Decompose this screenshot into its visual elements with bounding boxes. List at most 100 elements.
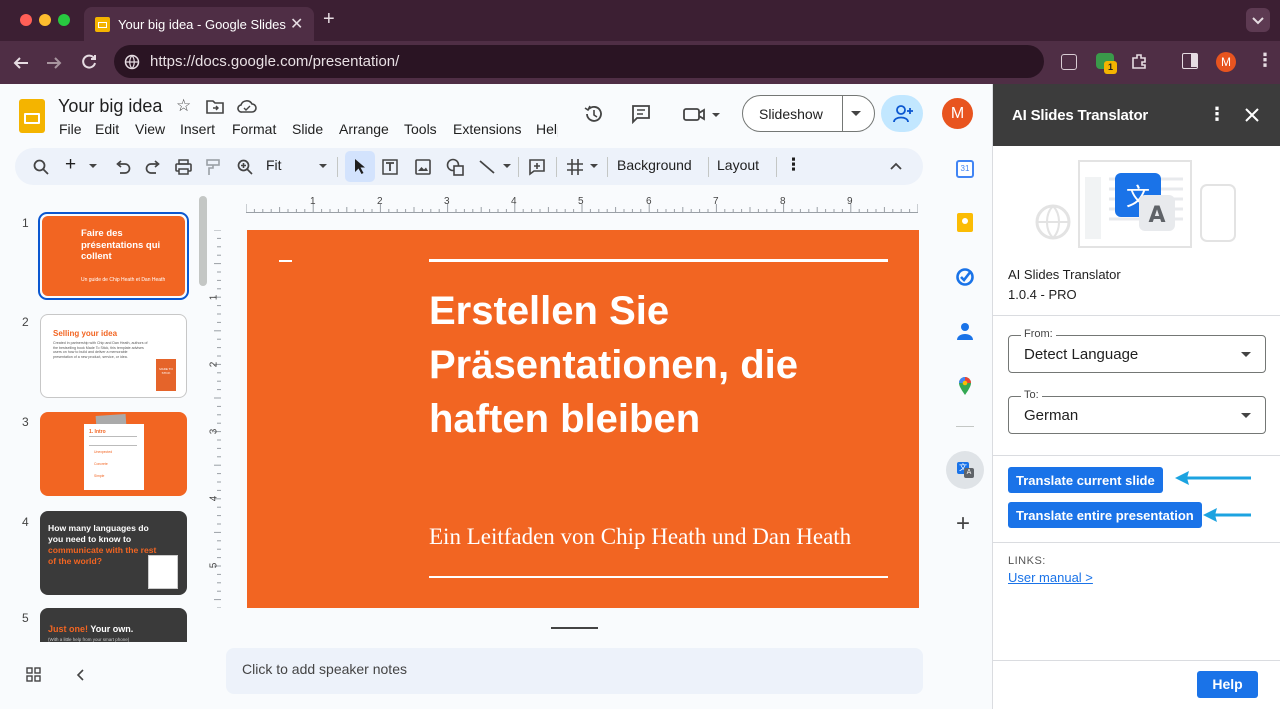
ruler-label: 6 bbox=[646, 196, 652, 207]
notes-resize-handle[interactable] bbox=[551, 627, 598, 629]
screenshot-extension-icon[interactable] bbox=[1061, 54, 1077, 70]
paint-format-icon[interactable] bbox=[206, 159, 221, 176]
keep-icon[interactable] bbox=[951, 209, 979, 237]
slide-thumbnail-2[interactable]: Selling your idea Created in partnership… bbox=[40, 314, 187, 398]
thumb-title: Just one! Your own. bbox=[48, 624, 134, 634]
address-bar[interactable]: https://docs.google.com/presentation/ bbox=[114, 45, 1044, 78]
slideshow-button[interactable]: Slideshow bbox=[742, 95, 875, 132]
menu-file[interactable]: File bbox=[59, 121, 82, 137]
line-icon[interactable] bbox=[478, 159, 496, 175]
text-box-icon[interactable] bbox=[381, 158, 399, 176]
grid-layout-icon[interactable] bbox=[566, 158, 584, 176]
slide-thumbnail-3[interactable]: 1. Intro Unexpected Concrete Simple bbox=[40, 412, 187, 496]
translate-current-slide-button[interactable]: Translate current slide bbox=[1008, 467, 1163, 493]
get-addons-plus-icon[interactable]: + bbox=[956, 510, 970, 538]
ai-translator-addon-icon[interactable]: 文 A bbox=[946, 451, 984, 489]
menu-arrange[interactable]: Arrange bbox=[339, 121, 389, 137]
zoom-icon[interactable] bbox=[237, 159, 253, 175]
close-window-button[interactable] bbox=[20, 14, 32, 26]
to-caption: To: bbox=[1021, 389, 1042, 401]
contacts-icon[interactable] bbox=[951, 318, 979, 346]
user-manual-link[interactable]: User manual > bbox=[1008, 570, 1093, 585]
document-title[interactable]: Your big idea bbox=[58, 96, 162, 117]
side-panel-icon[interactable] bbox=[1182, 53, 1198, 69]
more-options-icon[interactable]: ⋮ bbox=[785, 155, 802, 175]
menu-insert[interactable]: Insert bbox=[180, 121, 215, 137]
share-button[interactable] bbox=[881, 95, 923, 132]
ruler-label: 4 bbox=[208, 495, 220, 502]
speaker-notes[interactable]: Click to add speaker notes bbox=[226, 648, 923, 694]
shape-icon[interactable] bbox=[446, 158, 464, 176]
star-icon[interactable]: ☆ bbox=[176, 96, 191, 116]
account-avatar[interactable]: M bbox=[942, 98, 973, 129]
select-tool-button[interactable] bbox=[345, 151, 375, 182]
browser-tab[interactable]: Your big idea - Google Slides ✕ bbox=[84, 7, 314, 41]
addon-header: AI Slides Translator ⋮ bbox=[993, 84, 1280, 146]
maximize-window-button[interactable] bbox=[58, 14, 70, 26]
tab-search-button[interactable] bbox=[1246, 8, 1270, 32]
version-history-icon[interactable] bbox=[583, 104, 603, 124]
from-language-select[interactable]: From: Detect Language bbox=[1008, 328, 1266, 373]
menu-slide[interactable]: Slide bbox=[292, 121, 323, 137]
thumb-title: Selling your idea bbox=[53, 329, 118, 338]
maps-icon[interactable] bbox=[951, 371, 979, 399]
search-menus-icon[interactable] bbox=[33, 159, 49, 175]
new-tab-icon[interactable]: + bbox=[323, 8, 335, 31]
collapse-filmstrip-icon[interactable] bbox=[76, 669, 84, 681]
back-arrow-icon[interactable] bbox=[12, 54, 30, 72]
insert-comment-icon[interactable] bbox=[528, 158, 546, 176]
undo-icon[interactable] bbox=[115, 160, 131, 174]
slide-subtitle[interactable]: Ein Leitfaden von Chip Heath und Dan Hea… bbox=[429, 524, 899, 550]
zoom-select[interactable]: Fit bbox=[266, 157, 282, 173]
ruler-label: 9 bbox=[847, 196, 853, 207]
extensions-puzzle-icon[interactable] bbox=[1130, 52, 1148, 70]
line-dropdown-icon[interactable] bbox=[503, 164, 511, 169]
slide-thumbnail-1[interactable]: Faire des présentations qui collent Un g… bbox=[42, 216, 185, 296]
slideshow-dropdown-icon[interactable] bbox=[851, 111, 861, 117]
print-icon[interactable] bbox=[175, 159, 192, 175]
insert-image-icon[interactable] bbox=[415, 159, 431, 175]
zoom-dropdown-icon[interactable] bbox=[319, 164, 327, 169]
browser-menu-icon[interactable]: ⋮ bbox=[1256, 50, 1274, 71]
filmstrip-scrollbar[interactable] bbox=[199, 196, 207, 286]
tasks-icon[interactable] bbox=[951, 263, 979, 291]
minimize-window-button[interactable] bbox=[39, 14, 51, 26]
profile-avatar[interactable]: M bbox=[1216, 52, 1236, 72]
cloud-saved-icon[interactable] bbox=[237, 98, 257, 114]
close-tab-icon[interactable]: ✕ bbox=[290, 14, 303, 34]
forward-arrow-icon[interactable] bbox=[45, 54, 63, 72]
menu-extensions[interactable]: Extensions bbox=[453, 121, 521, 137]
divider bbox=[993, 660, 1280, 661]
grid-dropdown-icon[interactable] bbox=[590, 164, 598, 169]
menu-format[interactable]: Format bbox=[232, 121, 276, 137]
thumb-title: 1. Intro bbox=[89, 429, 106, 435]
slide-thumbnail-4[interactable]: How many languages do you need to know t… bbox=[40, 511, 187, 595]
redo-icon[interactable] bbox=[145, 160, 161, 174]
help-button[interactable]: Help bbox=[1197, 671, 1258, 698]
calendar-icon[interactable]: 31 bbox=[951, 156, 979, 184]
addon-menu-icon[interactable]: ⋮ bbox=[1208, 104, 1226, 125]
slide-title[interactable]: Erstellen Sie Präsentationen, die haften… bbox=[429, 284, 889, 446]
menu-edit[interactable]: Edit bbox=[95, 121, 119, 137]
slide-thumbnail-5[interactable]: Just one! Your own. (With a little help … bbox=[40, 608, 187, 642]
close-icon[interactable] bbox=[1245, 108, 1259, 122]
site-info-icon[interactable] bbox=[124, 54, 140, 70]
menu-tools[interactable]: Tools bbox=[404, 121, 437, 137]
layout-button[interactable]: Layout bbox=[717, 157, 759, 173]
new-slide-icon[interactable]: + bbox=[65, 154, 76, 176]
from-value: Detect Language bbox=[1024, 346, 1139, 363]
grid-view-icon[interactable] bbox=[26, 667, 41, 682]
slide-canvas[interactable]: Erstellen Sie Präsentationen, die haften… bbox=[247, 230, 919, 608]
to-language-select[interactable]: To: German bbox=[1008, 389, 1266, 434]
comments-icon[interactable] bbox=[631, 104, 651, 124]
menu-help[interactable]: Help bbox=[536, 121, 558, 137]
new-slide-dropdown-icon[interactable] bbox=[89, 164, 97, 169]
slides-logo-icon[interactable] bbox=[19, 99, 45, 133]
collapse-toolbar-icon[interactable] bbox=[890, 162, 902, 170]
meet-camera-icon[interactable] bbox=[683, 105, 721, 123]
menu-view[interactable]: View bbox=[135, 121, 165, 137]
extension-badge: 1 bbox=[1104, 61, 1117, 74]
reload-icon[interactable] bbox=[80, 53, 98, 71]
move-folder-icon[interactable] bbox=[206, 98, 224, 114]
background-button[interactable]: Background bbox=[617, 157, 692, 173]
